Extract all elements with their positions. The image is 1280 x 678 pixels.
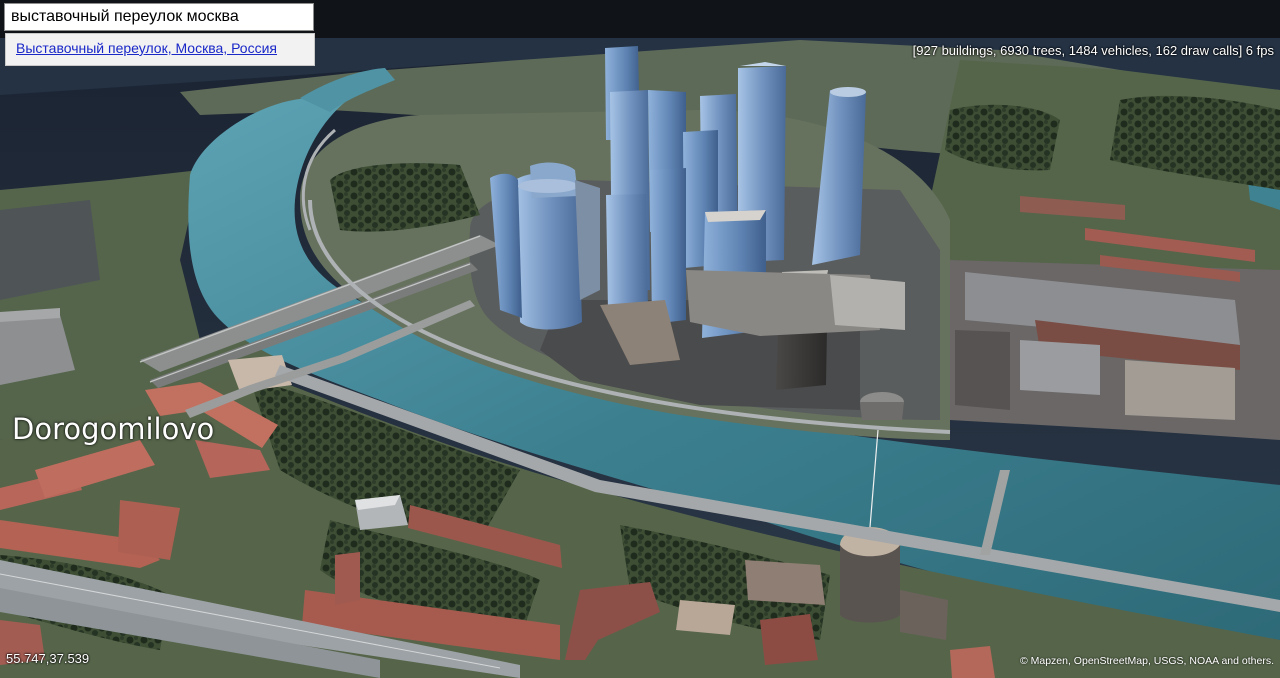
search-input[interactable] — [4, 3, 314, 31]
map-3d-scene[interactable] — [0, 0, 1280, 678]
search-results-dropdown: Выставочный переулок, Москва, Россия — [5, 33, 315, 66]
map-place-label: Dorogomilovo — [12, 412, 215, 446]
render-stats: [927 buildings, 6930 trees, 1484 vehicle… — [912, 43, 1274, 58]
search-result-link[interactable]: Выставочный переулок, Москва, Россия — [16, 40, 277, 56]
coordinates-readout: 55.747,37.539 — [6, 651, 90, 666]
map-viewport[interactable]: Выставочный переулок, Москва, Россия [92… — [0, 0, 1280, 678]
map-attribution: © Mapzen, OpenStreetMap, USGS, NOAA and … — [1019, 655, 1274, 667]
